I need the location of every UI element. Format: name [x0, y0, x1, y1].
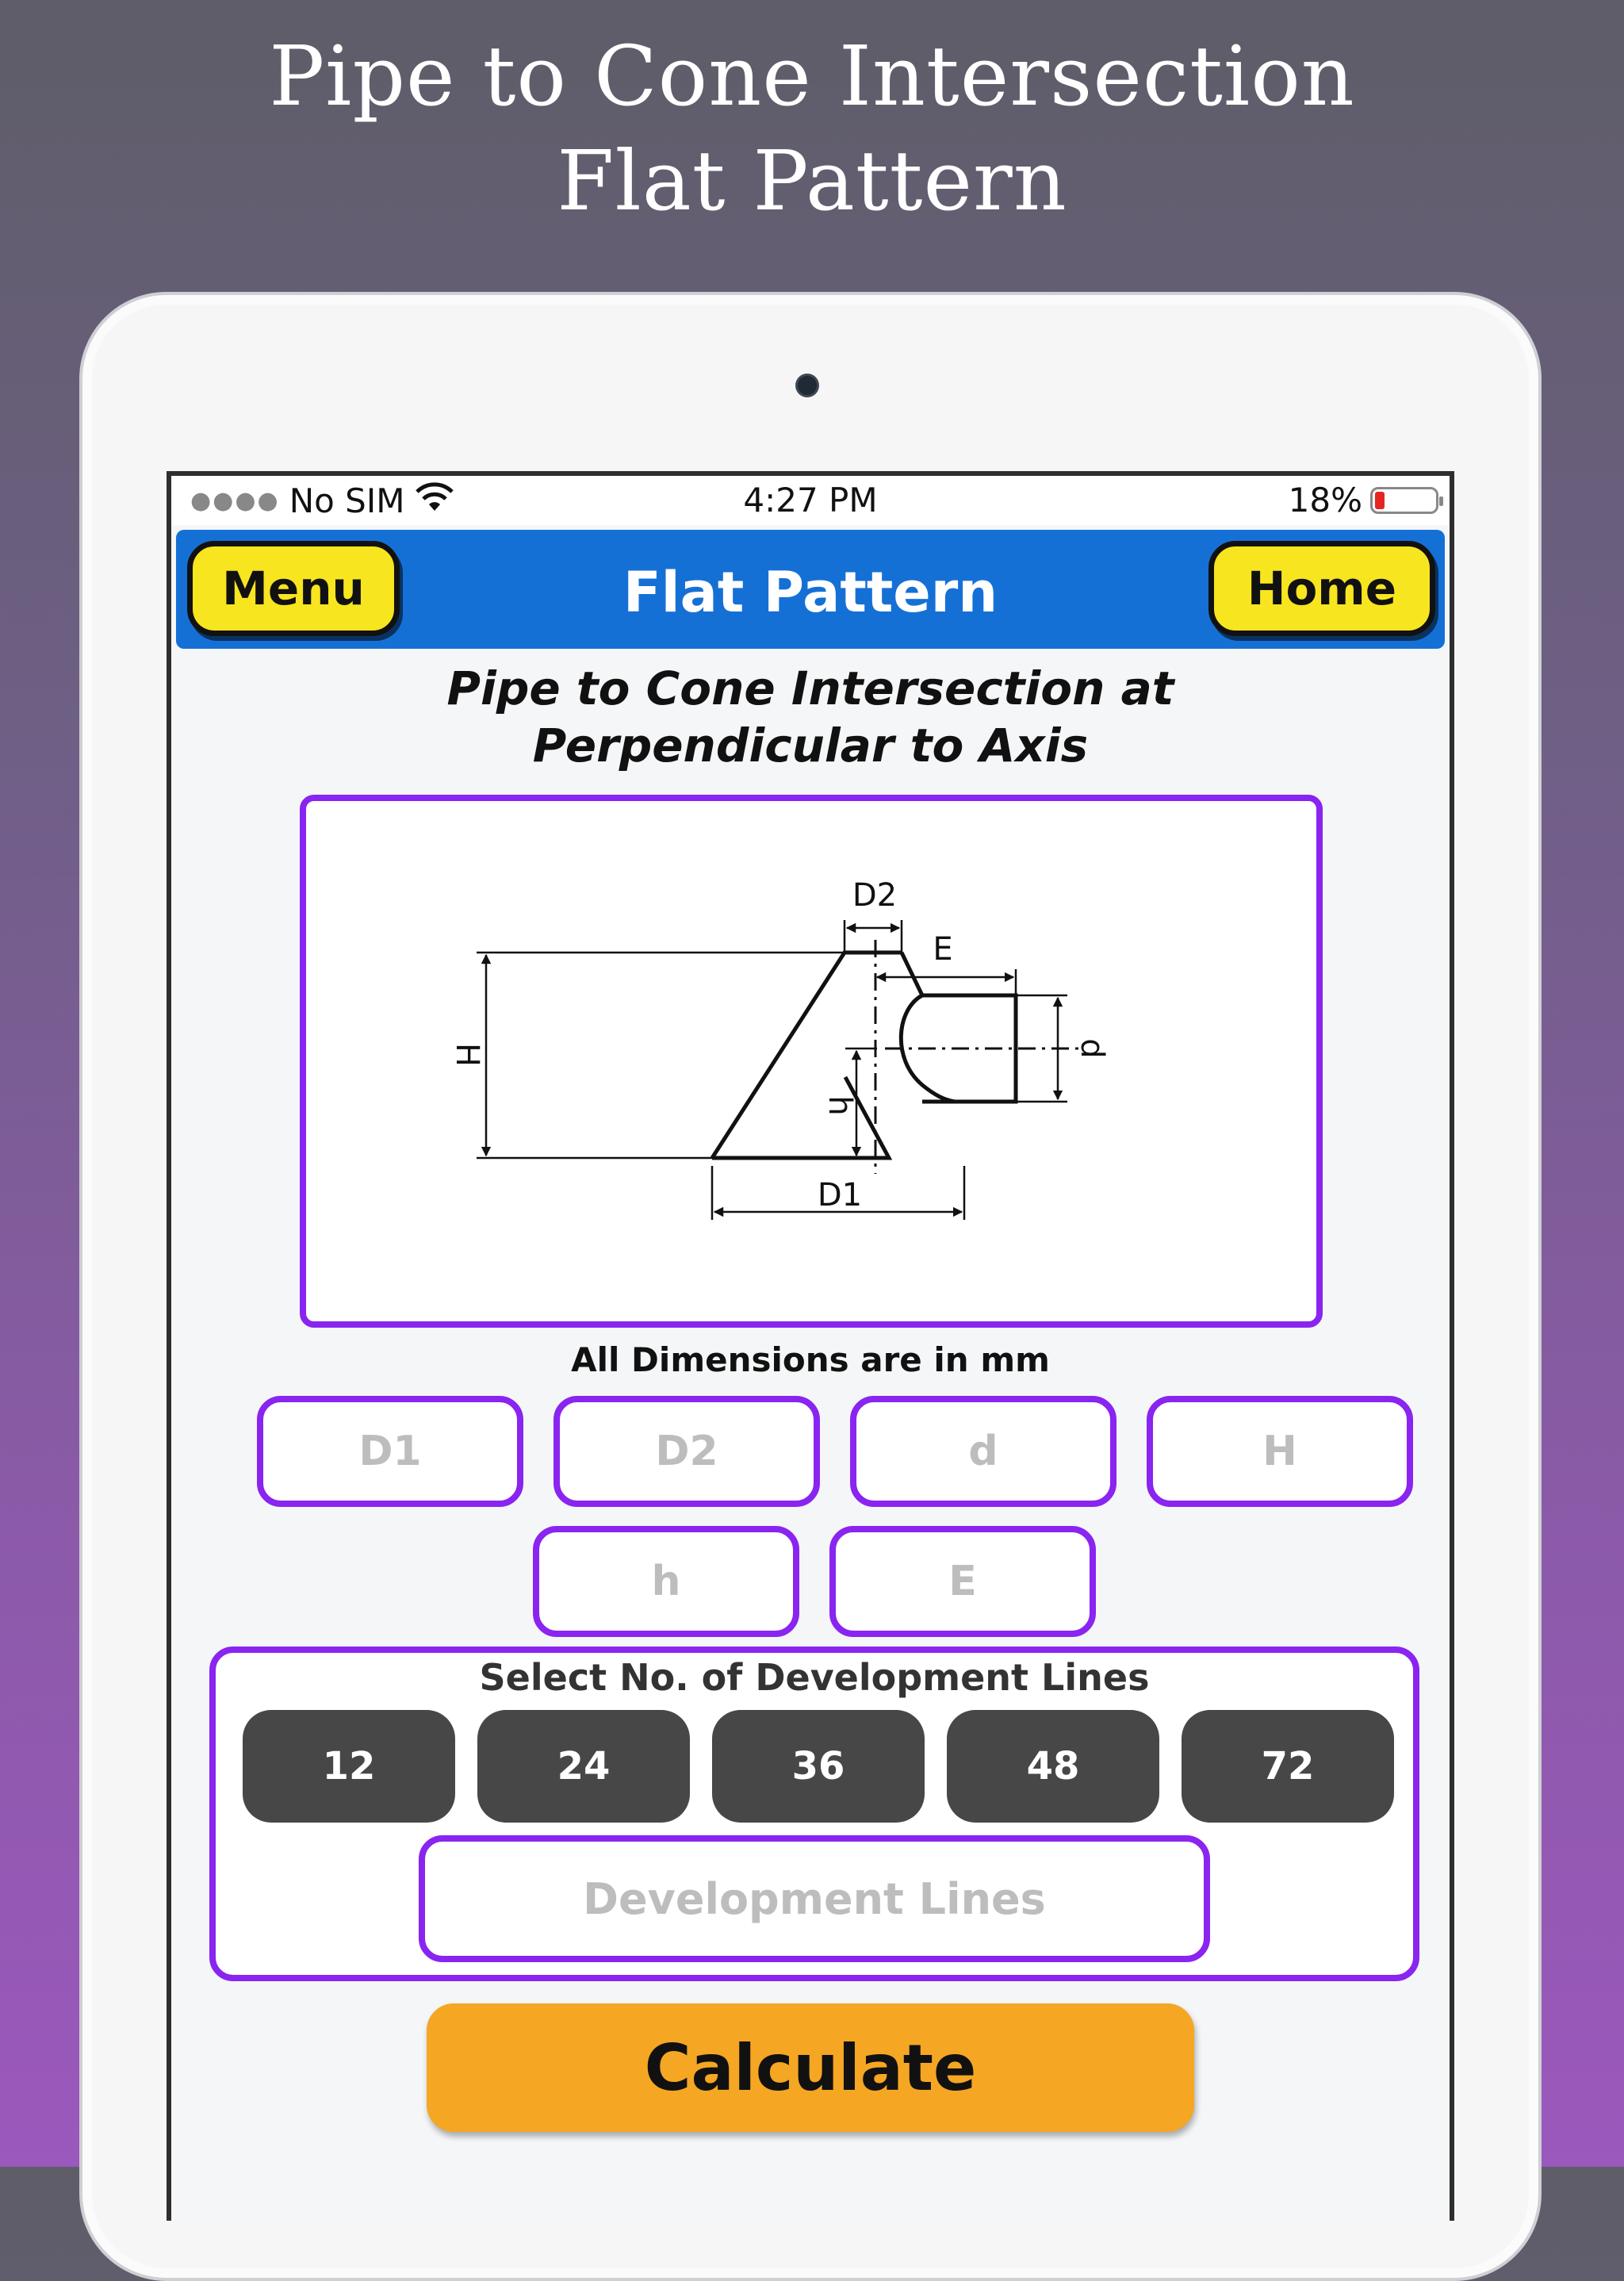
pipe-cone-diagram: D2 E H h d D1 [449, 877, 1110, 1220]
page-title: Pipe to Cone Intersection at Perpendicul… [171, 660, 1450, 774]
promo-headline: Pipe to Cone Intersection Flat Pattern [0, 24, 1624, 233]
dev-option-12[interactable]: 12 [243, 1710, 455, 1823]
label-H: H [449, 1043, 485, 1067]
dev-option-48[interactable]: 48 [947, 1710, 1159, 1823]
D1-input[interactable] [274, 1427, 506, 1476]
page-title-line2: Perpendicular to Axis [532, 719, 1089, 772]
d-input[interactable] [868, 1427, 1099, 1476]
development-lines-field[interactable] [419, 1835, 1210, 1962]
status-time: 4:27 PM [743, 481, 878, 519]
field-E[interactable] [829, 1526, 1096, 1637]
field-H[interactable] [1147, 1396, 1413, 1507]
field-h[interactable] [533, 1526, 799, 1637]
units-note: All Dimensions are in mm [571, 1340, 1050, 1379]
nav-bar: Menu Flat Pattern Home [176, 530, 1445, 649]
field-d[interactable] [850, 1396, 1116, 1507]
app-screen: ●●●● No SIM 4:27 PM 18% Menu Flat Patter… [167, 471, 1454, 2221]
field-D2[interactable] [553, 1396, 820, 1507]
label-E: E [933, 931, 952, 968]
cone-right-upper-edge [899, 951, 925, 997]
page-title-line1: Pipe to Cone Intersection at [446, 661, 1174, 715]
development-lines-input[interactable] [462, 1873, 1166, 1925]
camera-dot [798, 376, 817, 395]
dev-option-72[interactable]: 72 [1182, 1710, 1394, 1823]
status-right: 18% [1288, 481, 1443, 519]
label-D2: D2 [852, 877, 897, 914]
promo-headline-line1: Pipe to Cone Intersection [269, 28, 1355, 125]
diagram-panel: D2 E H h d D1 [300, 795, 1323, 1328]
label-D1: D1 [818, 1177, 862, 1213]
field-D1[interactable] [257, 1396, 523, 1507]
promo-headline-line2: Flat Pattern [557, 132, 1067, 229]
E-input[interactable] [847, 1557, 1078, 1606]
development-lines-title: Select No. of Development Lines [479, 1656, 1150, 1699]
label-d: d [1074, 1038, 1110, 1058]
battery-icon [1370, 486, 1443, 514]
calculate-button[interactable]: Calculate [427, 2003, 1194, 2132]
H-input[interactable] [1164, 1427, 1396, 1476]
label-h: h [822, 1095, 858, 1115]
status-bar: ●●●● No SIM 4:27 PM 18% [171, 476, 1450, 525]
dev-option-24[interactable]: 24 [477, 1710, 690, 1823]
dev-option-36[interactable]: 36 [712, 1710, 925, 1823]
battery-percent: 18% [1288, 481, 1362, 519]
D2-input[interactable] [571, 1427, 802, 1476]
home-button[interactable]: Home [1208, 541, 1435, 636]
development-lines-panel: Select No. of Development Lines 12 24 36… [209, 1647, 1419, 1981]
h-input[interactable] [550, 1557, 782, 1606]
